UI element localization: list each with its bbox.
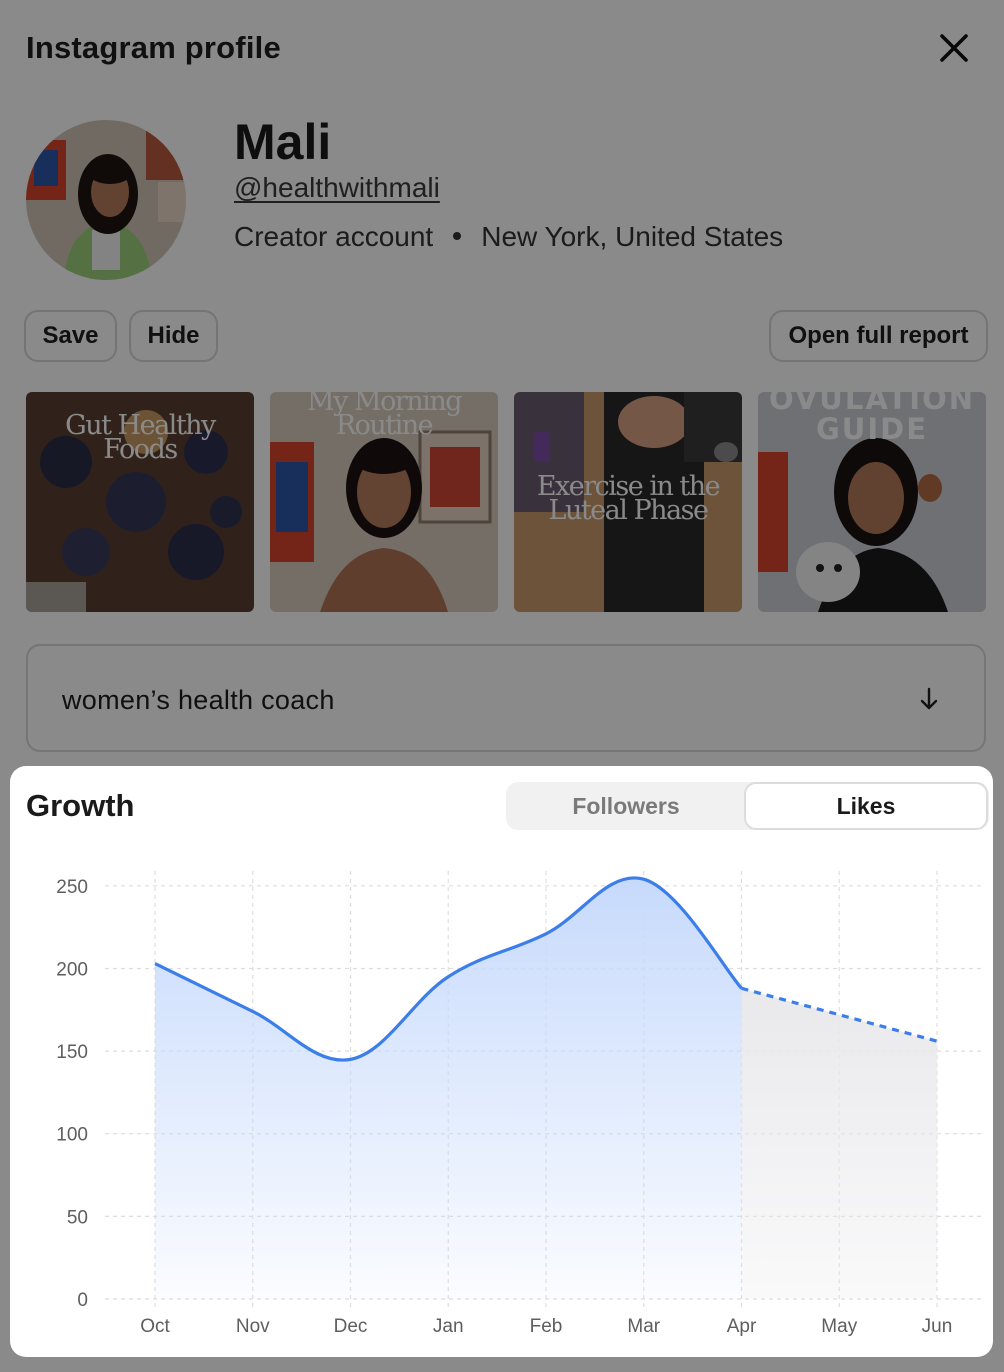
y-tick-label: 150 xyxy=(56,1042,88,1063)
post-caption: Gut Healthy Foods xyxy=(26,412,254,465)
bio-dropdown[interactable]: women’s health coach xyxy=(26,644,986,752)
post-thumbnail[interactable]: Gut Healthy Foods xyxy=(26,392,254,612)
arrow-down-icon[interactable] xyxy=(918,686,940,712)
profile-meta: Creator account New York, United States xyxy=(234,221,783,253)
data-point xyxy=(446,975,450,979)
x-tick-label: Apr xyxy=(727,1316,757,1337)
profile-name: Mali xyxy=(234,114,332,170)
growth-card: Growth Followers Likes 0 50 100 150 200 250 Oc… xyxy=(10,766,993,1357)
y-tick-label: 200 xyxy=(56,959,88,980)
modal-title: Instagram profile xyxy=(26,30,281,65)
growth-chart: 0 50 100 150 200 250 Oct Nov Dec Jan Feb Mar Apr May J… xyxy=(56,871,985,1337)
data-point xyxy=(642,877,646,881)
location: New York, United States xyxy=(481,221,784,252)
profile-handle-link[interactable]: @healthwithmali xyxy=(234,172,440,204)
open-full-report-button[interactable]: Open full report xyxy=(769,310,988,362)
x-tick-label: Jan xyxy=(433,1316,464,1337)
post-caption: OVULATION GUIDE xyxy=(758,392,986,444)
post-thumbnail[interactable]: Exercise in the Luteal Phase xyxy=(514,392,742,612)
post-caption: My Morning Routine xyxy=(270,392,498,441)
y-tick-label: 250 xyxy=(56,877,88,898)
post-caption-line: Routine xyxy=(335,410,434,441)
account-type: Creator account xyxy=(234,221,434,252)
close-icon[interactable] xyxy=(934,28,974,68)
data-point xyxy=(153,962,157,966)
post-caption-line: Luteal Phase xyxy=(548,495,709,526)
x-tick-label: Jun xyxy=(922,1316,953,1337)
post-caption-line: Foods xyxy=(103,434,178,465)
separator-dot xyxy=(453,231,462,240)
likes-area xyxy=(155,877,742,1299)
x-tick-label: Feb xyxy=(530,1316,563,1337)
x-tick-label: Oct xyxy=(140,1316,170,1337)
bio-text: women’s health coach xyxy=(62,685,335,715)
x-tick-label: Nov xyxy=(236,1316,270,1337)
data-point xyxy=(251,1009,255,1013)
post-caption-line: GUIDE xyxy=(815,412,929,446)
data-point xyxy=(349,1057,353,1061)
data-point xyxy=(544,932,548,936)
x-tick-label: May xyxy=(821,1316,857,1337)
post-thumbnail[interactable]: My Morning Routine xyxy=(270,392,498,612)
data-point xyxy=(837,1013,841,1017)
x-tick-label: Mar xyxy=(627,1316,660,1337)
y-tick-label: 0 xyxy=(77,1290,88,1311)
data-point xyxy=(935,1039,939,1043)
hide-button[interactable]: Hide xyxy=(129,310,218,362)
post-thumbnail[interactable]: OVULATION GUIDE xyxy=(758,392,986,612)
avatar xyxy=(26,120,186,280)
y-tick-label: 50 xyxy=(67,1207,88,1228)
x-tick-label: Dec xyxy=(334,1316,368,1337)
data-point xyxy=(740,986,744,990)
y-tick-label: 100 xyxy=(56,1125,88,1146)
save-button[interactable]: Save xyxy=(24,310,117,362)
post-caption: Exercise in the Luteal Phase xyxy=(514,473,742,526)
